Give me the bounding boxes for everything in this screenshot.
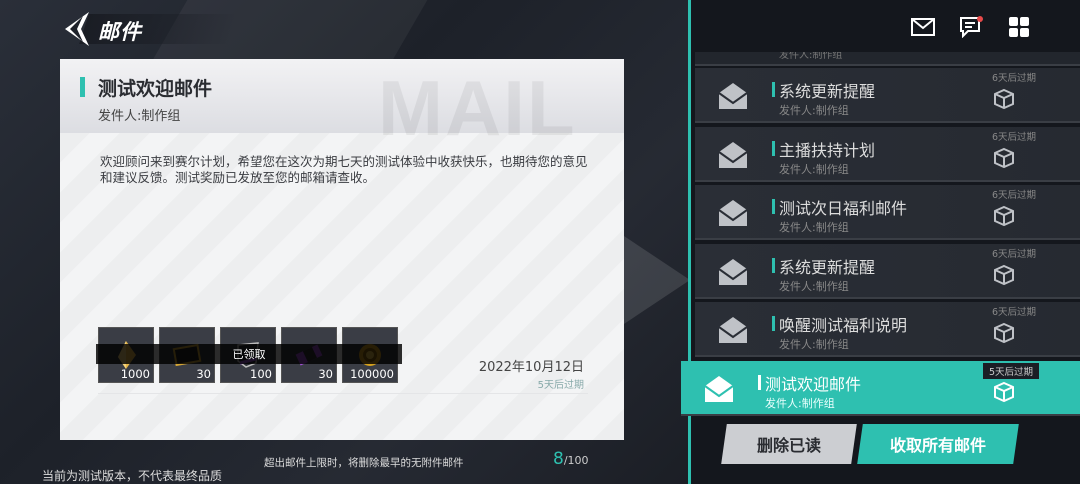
page-title: 邮件 — [98, 20, 142, 44]
back-button[interactable] — [58, 10, 94, 48]
claimed-label: 已领取 — [96, 344, 402, 364]
mail-detail-card: MAIL 测试欢迎邮件 发件人:制作组 欢迎顾问来到赛尔计划，希望您在这次为期七… — [60, 59, 624, 440]
version-note: 当前为测试版本，不代表最终品质 — [42, 469, 223, 483]
envelope-icon — [717, 257, 749, 287]
mail-item-expire: 6天后过期 — [991, 248, 1036, 260]
mail-list-item[interactable]: 测试次日福利邮件发件人:制作组 6天后过期 — [695, 185, 1080, 240]
envelope-icon — [717, 81, 749, 111]
back-arrow-icon — [65, 12, 89, 46]
mail-item-sender: 发件人:制作组 — [779, 221, 849, 234]
item-accent-mark — [772, 82, 775, 97]
attachment-box-icon — [993, 88, 1015, 110]
mail-item-subject: 测试次日福利邮件 — [779, 199, 908, 218]
mail-list-item[interactable]: 主播扶持计划发件人:制作组 6天后过期 — [695, 126, 1080, 182]
mail-date: 2022年10月12日 — [478, 360, 584, 375]
mail-detail-header: MAIL 测试欢迎邮件 发件人:制作组 — [60, 59, 624, 152]
envelope-icon — [703, 374, 735, 404]
reward-quantity: 100 — [250, 367, 272, 381]
attachment-box-icon — [993, 147, 1015, 169]
mail-count-total: /100 — [563, 454, 589, 467]
mail-icon[interactable] — [910, 14, 936, 40]
mail-count: 8/100 — [553, 449, 589, 469]
grid-menu-icon[interactable] — [1006, 14, 1032, 40]
mail-item-expire: 6天后过期 — [991, 307, 1036, 318]
mail-expire: 5天后过期 — [537, 380, 584, 391]
mail-item-sender: 发件人:制作组 — [779, 52, 843, 61]
mail-item-sender: 发件人:制作组 — [779, 279, 849, 293]
top-toolbar — [910, 14, 1032, 40]
mail-item-expire: 6天后过期 — [991, 131, 1036, 143]
envelope-icon — [717, 198, 749, 228]
notification-dot — [977, 16, 983, 22]
subject-accent-mark — [80, 77, 85, 97]
claim-all-label: 收取所有邮件 — [889, 436, 986, 455]
claim-all-button[interactable]: 收取所有邮件 — [857, 424, 1019, 464]
header: 邮件 — [58, 10, 239, 48]
mail-count-current: 8 — [553, 449, 564, 469]
item-accent-mark — [772, 140, 775, 156]
attachment-box-icon — [993, 205, 1015, 227]
mail-subject: 测试欢迎邮件 — [98, 78, 213, 100]
mail-item-expire: 6天后过期 — [991, 73, 1036, 84]
mail-item-subject: 测试欢迎邮件 — [765, 374, 862, 394]
mail-list-item[interactable]: 唤醒测试福利说明发件人:制作组 6天后过期 — [695, 302, 1080, 357]
mail-item-sender: 发件人:制作组 — [765, 396, 835, 410]
mail-watermark: MAIL — [378, 64, 577, 152]
attachment-box-icon — [993, 322, 1015, 344]
mail-item-sender: 发件人:制作组 — [779, 338, 849, 351]
reward-quantity: 1000 — [120, 367, 150, 381]
item-accent-mark — [772, 257, 775, 273]
mail-item-sender: 发件人:制作组 — [779, 104, 849, 117]
mail-item-expire: 5天后过期 — [982, 362, 1039, 379]
mail-limit-note: 超出邮件上限时，将删除最早的无附件邮件 — [264, 457, 464, 469]
mail-item-subject: 主播扶持计划 — [779, 140, 876, 160]
chat-icon[interactable] — [958, 14, 984, 40]
item-accent-mark — [772, 316, 775, 331]
mail-item-expire: 6天后过期 — [991, 190, 1036, 201]
mail-list-item[interactable]: 测试欢迎邮件发件人:制作组 5天后过期 — [681, 360, 1080, 416]
mail-item-subject: 系统更新提醒 — [779, 257, 876, 277]
item-accent-mark — [772, 199, 775, 214]
delete-read-label: 删除已读 — [756, 436, 821, 455]
attachment-box-icon — [993, 264, 1015, 286]
mail-item-sender: 发件人:制作组 — [779, 162, 849, 176]
mail-list-item[interactable]: 系统更新提醒发件人:制作组 6天后过期 — [695, 68, 1080, 123]
mail-sender: 发件人:制作组 — [98, 109, 181, 124]
mail-body-text: 欢迎顾问来到赛尔计划，希望您在这次为期七天的测试体验中收获快乐，也期待您的意见和… — [100, 154, 588, 185]
envelope-icon — [717, 315, 749, 345]
envelope-icon — [717, 140, 749, 170]
mail-list-item[interactable]: 系统更新提醒发件人:制作组 6天后过期 — [695, 243, 1080, 299]
item-accent-mark — [758, 374, 761, 390]
list-item-partial[interactable]: 发件人:制作组 — [695, 52, 1080, 66]
mail-item-subject: 系统更新提醒 — [779, 82, 876, 101]
reward-quantity: 30 — [196, 367, 211, 381]
mail-item-subject: 唤醒测试福利说明 — [779, 316, 908, 335]
attachment-box-icon — [993, 381, 1015, 403]
reward-quantity: 30 — [318, 367, 333, 381]
delete-read-button[interactable]: 删除已读 — [721, 424, 857, 464]
reward-quantity: 100000 — [350, 367, 394, 381]
divider — [98, 393, 588, 394]
